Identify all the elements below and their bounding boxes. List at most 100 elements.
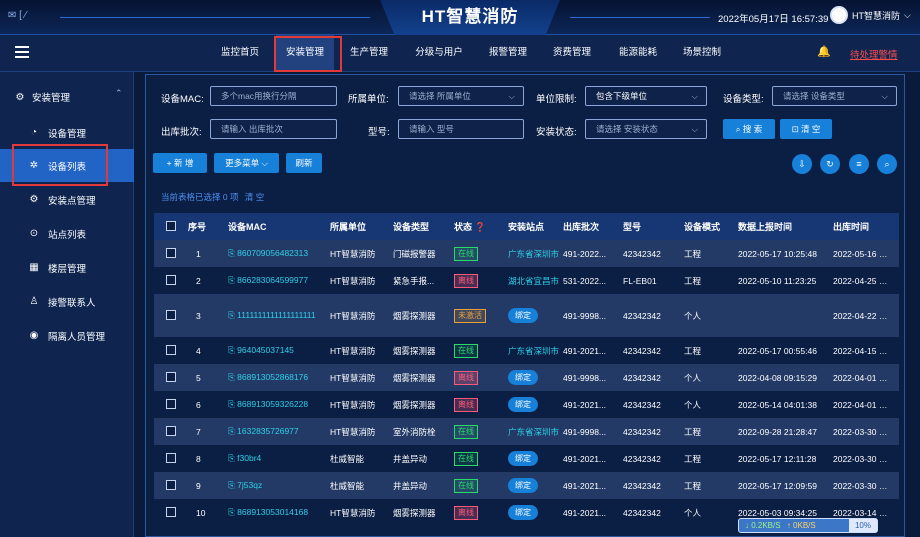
row-mac[interactable]: ⎘ 964045037145 xyxy=(228,345,330,356)
nav-item-energy[interactable]: 能源能耗 xyxy=(610,35,666,71)
row-checkbox[interactable] xyxy=(166,344,176,355)
menu-icon[interactable] xyxy=(15,46,29,58)
col-unit[interactable]: 所属单位 xyxy=(330,220,393,233)
bell-icon[interactable]: 🔔 xyxy=(817,45,831,58)
row-checkbox[interactable] xyxy=(166,274,176,285)
user-menu[interactable]: HT智慧消防 ⌵ xyxy=(830,6,911,24)
row-mac[interactable]: ⎘ 868913052868176 xyxy=(228,372,330,383)
row-site[interactable]: 广东省深圳市 xyxy=(508,248,563,260)
mac-input[interactable]: 多个mac用换行分隔 xyxy=(210,86,337,106)
row-select[interactable] xyxy=(154,398,188,411)
row-mac-text[interactable]: 868913053014168 xyxy=(237,507,308,517)
table-row[interactable]: 8 ⎘ f30br4 杜威智能 井盖异动 在线 绑定 491-2021... 42342342… xyxy=(154,445,899,472)
col-mac[interactable]: 设备MAC xyxy=(228,220,330,233)
copy-icon[interactable]: ⎘ xyxy=(228,426,237,436)
nav-item-alarm[interactable]: 报警管理 xyxy=(480,35,536,71)
row-checkbox[interactable] xyxy=(166,506,176,517)
row-mac[interactable]: ⎘ 866283064599977 xyxy=(228,275,330,286)
row-site[interactable]: 广东省深圳市 xyxy=(508,345,563,357)
columns-icon[interactable]: ≡ xyxy=(849,154,869,174)
row-checkbox[interactable] xyxy=(166,479,176,490)
row-select[interactable] xyxy=(154,506,188,519)
row-select[interactable] xyxy=(154,344,188,357)
sidebar-group-install[interactable]: ⚙ 安装管理 xyxy=(14,90,71,105)
row-site[interactable]: 绑定 xyxy=(508,397,563,412)
bind-button[interactable]: 绑定 xyxy=(508,370,538,385)
row-checkbox[interactable] xyxy=(166,425,176,436)
unit-select[interactable]: 请选择 所属单位 ⌵ xyxy=(398,86,524,106)
copy-icon[interactable]: ⎘ xyxy=(228,275,237,285)
row-mac[interactable]: ⎘ 1632835726977 xyxy=(228,426,330,437)
sidebar-item-contacts[interactable]: ♙ 接警联系人 xyxy=(0,285,134,318)
row-mac-text[interactable]: 868913052868176 xyxy=(237,372,308,382)
row-checkbox[interactable] xyxy=(166,371,176,382)
chevron-up-icon[interactable]: ⌃ xyxy=(115,88,123,99)
row-site[interactable]: 绑定 xyxy=(508,478,563,493)
copy-icon[interactable]: ⎘ xyxy=(228,372,237,382)
row-mac[interactable]: ⎘ f30br4 xyxy=(228,453,330,464)
table-row[interactable]: 6 ⎘ 868913059326228 HT智慧消防 烟雾探测器 离线 绑定 491-202… xyxy=(154,391,899,418)
row-mac-text[interactable]: 7j53qz xyxy=(237,480,262,490)
row-checkbox[interactable] xyxy=(166,309,176,320)
bind-button[interactable]: 绑定 xyxy=(508,478,538,493)
nav-item-billing[interactable]: 资费管理 xyxy=(544,35,600,71)
select-all-checkbox[interactable] xyxy=(166,220,176,231)
add-button[interactable]: + 新 增 xyxy=(153,153,207,173)
col-site[interactable]: 安装站点 xyxy=(508,220,563,233)
row-checkbox[interactable] xyxy=(166,452,176,463)
bind-button[interactable]: 绑定 xyxy=(508,308,538,323)
col-status[interactable]: 状态 ❓ xyxy=(454,220,508,233)
copy-icon[interactable]: ⎘ xyxy=(228,345,237,355)
table-row[interactable]: 3 ⎘ 1111111111111111111 HT智慧消防 烟雾探测器 未激活 绑定 49… xyxy=(154,294,899,337)
download-icon[interactable]: ⇩ xyxy=(792,154,812,174)
nav-item-home[interactable]: 监控首页 xyxy=(212,35,268,71)
bind-button[interactable]: 绑定 xyxy=(508,397,538,412)
type-select[interactable]: 请选择 设备类型 ⌵ xyxy=(772,86,897,106)
search-button[interactable]: ⌕ 搜 索 xyxy=(723,119,775,139)
col-type[interactable]: 设备类型 xyxy=(393,220,454,233)
row-checkbox[interactable] xyxy=(166,247,176,258)
row-mac-text[interactable]: 964045037145 xyxy=(237,345,294,355)
row-mac-text[interactable]: 860709056482313 xyxy=(237,248,308,258)
col-out-time[interactable]: 出库时间 xyxy=(833,220,893,233)
clear-button[interactable]: ⊡ 清 空 xyxy=(780,119,832,139)
row-select[interactable] xyxy=(154,452,188,465)
bind-button[interactable]: 绑定 xyxy=(508,505,538,520)
row-mac[interactable]: ⎘ 860709056482313 xyxy=(228,248,330,259)
row-mac-text[interactable]: 866283064599977 xyxy=(237,275,308,285)
row-site[interactable]: 绑定 xyxy=(508,451,563,466)
row-mac-text[interactable]: 1111111111111111111 xyxy=(237,310,315,320)
table-row[interactable]: 2 ⎘ 866283064599977 HT智慧消防 紧急手报... 离线 湖北省宜昌市 5… xyxy=(154,267,899,294)
row-select[interactable] xyxy=(154,309,188,322)
col-batch[interactable]: 出库批次 xyxy=(563,220,623,233)
row-mac-text[interactable]: f30br4 xyxy=(237,453,261,463)
row-site[interactable]: 绑定 xyxy=(508,370,563,385)
copy-icon[interactable]: ⎘ xyxy=(228,480,237,490)
bind-button[interactable]: 绑定 xyxy=(508,451,538,466)
copy-icon[interactable]: ⎘ xyxy=(228,453,237,463)
col-no[interactable]: 序号 xyxy=(188,220,228,233)
pending-alarm-link[interactable]: 待处理警情 xyxy=(850,47,898,61)
selection-clear-link[interactable]: 清 空 xyxy=(245,192,264,202)
sidebar-item-isolation[interactable]: ◉ 隔离人员管理 xyxy=(0,319,134,352)
row-select[interactable] xyxy=(154,371,188,384)
row-site[interactable]: 湖北省宜昌市 xyxy=(508,275,563,287)
table-row[interactable]: 5 ⎘ 868913052868176 HT智慧消防 烟雾探测器 离线 绑定 491-999… xyxy=(154,364,899,391)
copy-icon[interactable]: ⎘ xyxy=(228,310,237,320)
row-mac-text[interactable]: 868913059326228 xyxy=(237,399,308,409)
row-mac[interactable]: ⎘ 1111111111111111111 xyxy=(228,309,330,322)
row-select[interactable] xyxy=(154,479,188,492)
refresh-icon[interactable]: ↻ xyxy=(820,154,840,174)
top-left-icons[interactable]: ✉ [ ⁄ xyxy=(8,10,26,21)
table-row[interactable]: 1 ⎘ 860709056482313 HT智慧消防 门磁报警器 在线 广东省深圳市 491… xyxy=(154,240,899,267)
row-mac[interactable]: ⎘ 868913053014168 xyxy=(228,507,330,518)
copy-icon[interactable]: ⎘ xyxy=(228,399,237,409)
row-select[interactable] xyxy=(154,425,188,438)
col-report-time[interactable]: 数据上报时间 xyxy=(738,220,833,233)
nav-item-users[interactable]: 分级与用户 xyxy=(406,35,472,71)
row-mac[interactable]: ⎘ 7j53qz xyxy=(228,480,330,491)
search-icon[interactable]: ⌕ xyxy=(877,154,897,174)
row-select[interactable] xyxy=(154,247,188,260)
more-menu-button[interactable]: 更多菜单 ⌵ xyxy=(214,153,279,173)
col-mode[interactable]: 设备模式 xyxy=(684,220,738,233)
